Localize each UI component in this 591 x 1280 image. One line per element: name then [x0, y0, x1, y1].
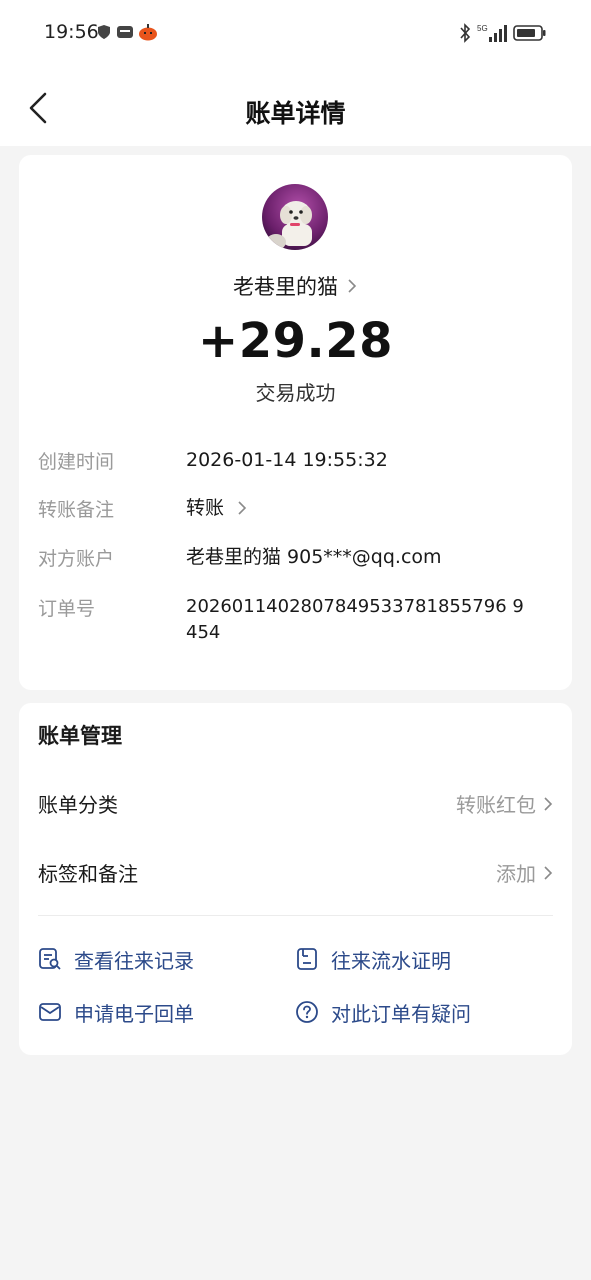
status-right-icons: 5G — [459, 23, 547, 43]
request-e-receipt-button[interactable]: 申请电子回单 — [38, 994, 194, 1030]
shield-icon — [98, 25, 110, 39]
records-search-icon — [39, 948, 61, 970]
envelope-icon — [39, 1003, 61, 1021]
order-number-line-2: 454 — [186, 622, 221, 643]
row-label: 账单分类 — [38, 793, 118, 817]
nav-bar: 账单详情 — [0, 70, 591, 146]
detail-value: 老巷里的猫 905***@qq.com — [186, 546, 442, 568]
chevron-right-icon — [348, 279, 357, 293]
network-label: 5G — [477, 24, 488, 33]
row-value-wrap: 转账红包 — [456, 789, 554, 818]
page-title: 账单详情 — [245, 99, 346, 128]
bluetooth-icon — [460, 23, 471, 43]
status-bar: 19:56 5G — [0, 0, 591, 70]
detail-value: 2026-01-14 19:55:32 — [186, 449, 388, 471]
view-transaction-records-button[interactable]: 查看往来记录 — [38, 941, 194, 977]
row-value: 添加 — [496, 862, 536, 886]
statement-doc-icon — [297, 948, 317, 970]
order-number-line-1: 2026011402807849533781855796 9 — [186, 596, 524, 617]
action-label: 往来流水证明 — [331, 948, 451, 973]
status-time: 19:56 — [44, 21, 99, 43]
row-value-wrap: 添加 — [496, 858, 554, 887]
order-question-button[interactable]: 对此订单有疑问 — [295, 994, 471, 1030]
status-left-icons — [96, 23, 158, 41]
order-number: 2026011402807849533781855796 9 454 — [186, 594, 558, 646]
bill-summary-card: 老巷里的猫 +29.28 交易成功 创建时间 2026-01-14 19:55:… — [19, 155, 572, 690]
payee-name-link[interactable]: 老巷里的猫 — [19, 271, 572, 301]
avatar[interactable] — [262, 184, 328, 250]
row-label: 标签和备注 — [38, 862, 138, 886]
detail-row-created-time: 创建时间 2026-01-14 19:55:32 — [38, 447, 558, 477]
chevron-right-icon — [238, 501, 247, 515]
detail-row-transfer-note[interactable]: 转账备注 转账 — [38, 495, 558, 525]
row-value: 转账红包 — [456, 793, 536, 817]
transaction-statement-button[interactable]: 往来流水证明 — [295, 941, 451, 977]
section-title: 账单管理 — [38, 724, 122, 748]
chevron-right-icon — [544, 865, 553, 880]
detail-value: 转账 — [186, 497, 225, 519]
payee-avatar-image — [262, 184, 328, 250]
detail-label: 订单号 — [38, 598, 96, 620]
amount: +29.28 — [197, 313, 394, 369]
divider — [38, 915, 553, 916]
detail-label: 对方账户 — [38, 548, 115, 570]
detail-label: 转账备注 — [38, 499, 115, 521]
detail-value-wrap: 转账 — [186, 495, 558, 521]
signal-5g-icon: 5G — [477, 24, 507, 42]
detail-label: 创建时间 — [38, 451, 115, 473]
tags-and-notes-row[interactable]: 标签和备注 添加 — [38, 850, 554, 890]
payee-name: 老巷里的猫 — [233, 275, 338, 299]
pumpkin-icon — [139, 24, 157, 41]
message-icon — [117, 26, 133, 38]
trade-status: 交易成功 — [255, 381, 336, 405]
action-label: 查看往来记录 — [74, 948, 194, 973]
bill-category-row[interactable]: 账单分类 转账红包 — [38, 781, 554, 821]
bill-management-card: 账单管理 账单分类 转账红包 标签和备注 添加 查看往来记录 往来流水证明 申请… — [19, 703, 572, 1055]
action-label: 申请电子回单 — [74, 1001, 194, 1026]
detail-row-counterparty: 对方账户 老巷里的猫 905***@qq.com — [38, 544, 558, 574]
chevron-right-icon — [544, 796, 553, 811]
action-label: 对此订单有疑问 — [331, 1001, 471, 1026]
question-circle-icon — [296, 1001, 318, 1023]
detail-row-order-number: 订单号 2026011402807849533781855796 9 454 — [38, 594, 558, 650]
battery-icon — [513, 25, 546, 41]
